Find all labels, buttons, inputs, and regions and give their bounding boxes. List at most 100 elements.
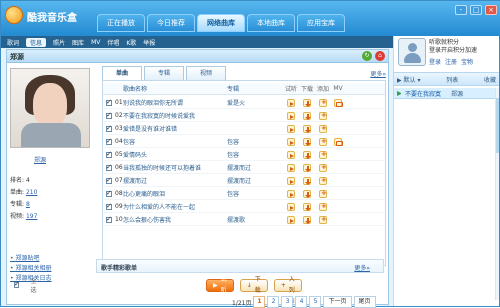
add-icon[interactable] bbox=[319, 215, 327, 224]
scroll-thumb[interactable] bbox=[496, 98, 499, 153]
refresh-icon[interactable]: ↻ bbox=[362, 51, 372, 61]
last-page-button[interactable]: 尾页 bbox=[353, 296, 376, 308]
tab-now-playing[interactable]: 正在播放 bbox=[97, 14, 145, 32]
song-name[interactable]: 不要在我寂寞的时候说爱我 bbox=[123, 111, 227, 120]
download-icon[interactable] bbox=[303, 111, 311, 120]
song-checkbox[interactable] bbox=[106, 215, 112, 223]
tab-local-library[interactable]: 本地曲库 bbox=[247, 14, 295, 32]
add-icon[interactable] bbox=[319, 111, 327, 120]
play-icon[interactable] bbox=[287, 215, 295, 224]
song-checkbox[interactable] bbox=[106, 150, 112, 158]
artist-album-link[interactable]: 郑源相关相册 bbox=[10, 264, 95, 274]
download-icon[interactable] bbox=[303, 176, 311, 185]
bulk-download-button[interactable]: ↓ 下载 bbox=[239, 276, 268, 294]
default-playlist-dropdown[interactable]: ▶ 默认 ▾ bbox=[397, 75, 420, 84]
table-row[interactable]: 09 为什么相爱的人不能在一起 bbox=[103, 201, 385, 213]
table-row[interactable]: 10 怎么会狠心伤害我 摆渡歌 bbox=[103, 214, 385, 226]
songs-more-link[interactable]: 更多» bbox=[370, 69, 386, 78]
artist-playlists-more-link[interactable]: 更多» bbox=[354, 263, 370, 272]
song-album[interactable]: 爱是火 bbox=[227, 98, 283, 107]
song-name[interactable]: 包容 bbox=[123, 137, 227, 146]
select-all-checkbox[interactable] bbox=[14, 280, 19, 288]
tab-albums[interactable]: 专辑 bbox=[144, 66, 184, 80]
download-icon[interactable] bbox=[303, 189, 311, 198]
subnav-mv[interactable]: MV bbox=[91, 39, 100, 46]
song-album[interactable]: 包容 bbox=[227, 189, 283, 198]
table-row[interactable]: 03 爱错是没有谁对谁错 bbox=[103, 123, 385, 135]
song-checkbox[interactable] bbox=[106, 189, 112, 197]
mv-icon[interactable] bbox=[334, 137, 343, 146]
tab-network-library[interactable]: 网络曲库 bbox=[197, 14, 245, 32]
artist-photo-caption[interactable]: 郑源 bbox=[34, 155, 46, 164]
song-checkbox[interactable] bbox=[106, 202, 112, 210]
play-icon[interactable] bbox=[287, 202, 295, 211]
select-all-control[interactable]: 全选 bbox=[14, 276, 38, 294]
add-icon[interactable] bbox=[319, 176, 327, 185]
download-icon[interactable] bbox=[303, 98, 311, 107]
tab-app-store[interactable]: 应用宝库 bbox=[297, 14, 345, 32]
song-album[interactable]: 摆渡歌 bbox=[227, 215, 283, 224]
song-name[interactable]: 摆渡而过 bbox=[123, 176, 227, 185]
table-row[interactable]: 07 摆渡而过 摆渡而过 bbox=[103, 175, 385, 187]
song-album[interactable]: 摆渡而过 bbox=[227, 176, 283, 185]
subnav-accompaniment[interactable]: 伴唱 bbox=[107, 38, 119, 47]
subnav-karaoke[interactable]: K歌 bbox=[126, 38, 136, 47]
subnav-report[interactable]: 举报 bbox=[143, 38, 155, 47]
treasure-link[interactable]: 宝物 bbox=[461, 57, 473, 66]
song-checkbox[interactable] bbox=[106, 98, 112, 106]
table-row[interactable]: 04 包容 包容 bbox=[103, 136, 385, 148]
page-1[interactable]: 1 bbox=[253, 296, 266, 308]
subnav-photos[interactable]: 照片 bbox=[53, 38, 65, 47]
playlist-list-tab[interactable]: 列表 bbox=[446, 75, 458, 84]
play-icon[interactable] bbox=[287, 111, 295, 120]
table-row[interactable]: 01 别说我的眼泪你无所谓 爱是火 bbox=[103, 97, 385, 109]
song-name[interactable]: 爱情码头 bbox=[123, 150, 227, 159]
tab-videos[interactable]: 视频 bbox=[186, 66, 226, 80]
page-5[interactable]: 5 bbox=[309, 296, 322, 308]
add-icon[interactable] bbox=[319, 124, 327, 133]
song-name[interactable]: 为什么相爱的人不能在一起 bbox=[123, 202, 227, 211]
bulk-listen-button[interactable]: ▶ 试听 bbox=[206, 276, 234, 294]
page-4[interactable]: 4 bbox=[295, 296, 308, 308]
table-row[interactable]: 06 当我孤独的时候还可以抱着谁 摆渡而过 bbox=[103, 162, 385, 174]
tab-recommend[interactable]: 今日推荐 bbox=[147, 14, 195, 32]
song-name[interactable]: 当我孤独的时候还可以抱着谁 bbox=[123, 163, 227, 172]
close-button[interactable]: × bbox=[485, 5, 497, 15]
playlist-scrollbar[interactable] bbox=[495, 88, 499, 300]
add-icon[interactable] bbox=[319, 150, 327, 159]
play-icon[interactable] bbox=[287, 98, 295, 107]
song-name[interactable]: 爱错是没有谁对谁错 bbox=[123, 124, 227, 133]
play-icon[interactable] bbox=[287, 137, 295, 146]
tab-singles[interactable]: 单曲 bbox=[102, 66, 142, 80]
avatar-icon[interactable] bbox=[398, 38, 426, 66]
song-album[interactable]: 包容 bbox=[227, 137, 283, 146]
download-icon[interactable] bbox=[303, 202, 311, 211]
song-checkbox[interactable] bbox=[106, 176, 112, 184]
song-album[interactable]: 包容 bbox=[227, 150, 283, 159]
download-icon[interactable] bbox=[303, 215, 311, 224]
song-checkbox[interactable] bbox=[106, 137, 112, 145]
maximize-button[interactable]: □ bbox=[470, 5, 482, 15]
add-icon[interactable] bbox=[319, 202, 327, 211]
play-icon[interactable] bbox=[287, 176, 295, 185]
play-icon[interactable] bbox=[287, 163, 295, 172]
next-page-button[interactable]: 下一页 bbox=[323, 296, 352, 308]
table-row[interactable]: 08 比心更痛的眼泪 包容 bbox=[103, 188, 385, 200]
download-icon[interactable] bbox=[303, 137, 311, 146]
add-icon[interactable] bbox=[319, 163, 327, 172]
playlist-artist-name[interactable]: 郑源 bbox=[451, 89, 463, 98]
register-link[interactable]: 注册 bbox=[445, 57, 457, 66]
download-icon[interactable] bbox=[303, 163, 311, 172]
play-icon[interactable] bbox=[287, 189, 295, 198]
song-name[interactable]: 怎么会狠心伤害我 bbox=[123, 215, 227, 224]
download-icon[interactable] bbox=[303, 124, 311, 133]
song-checkbox[interactable] bbox=[106, 124, 112, 132]
song-checkbox[interactable] bbox=[106, 111, 112, 119]
add-icon[interactable] bbox=[319, 137, 327, 146]
page-2[interactable]: 2 bbox=[267, 296, 280, 308]
song-name[interactable]: 比心更痛的眼泪 bbox=[123, 189, 227, 198]
song-checkbox[interactable] bbox=[106, 163, 112, 171]
minimize-button[interactable]: - bbox=[455, 5, 467, 15]
page-3[interactable]: 3 bbox=[281, 296, 294, 308]
table-row[interactable]: 05 爱情码头 包容 bbox=[103, 149, 385, 161]
